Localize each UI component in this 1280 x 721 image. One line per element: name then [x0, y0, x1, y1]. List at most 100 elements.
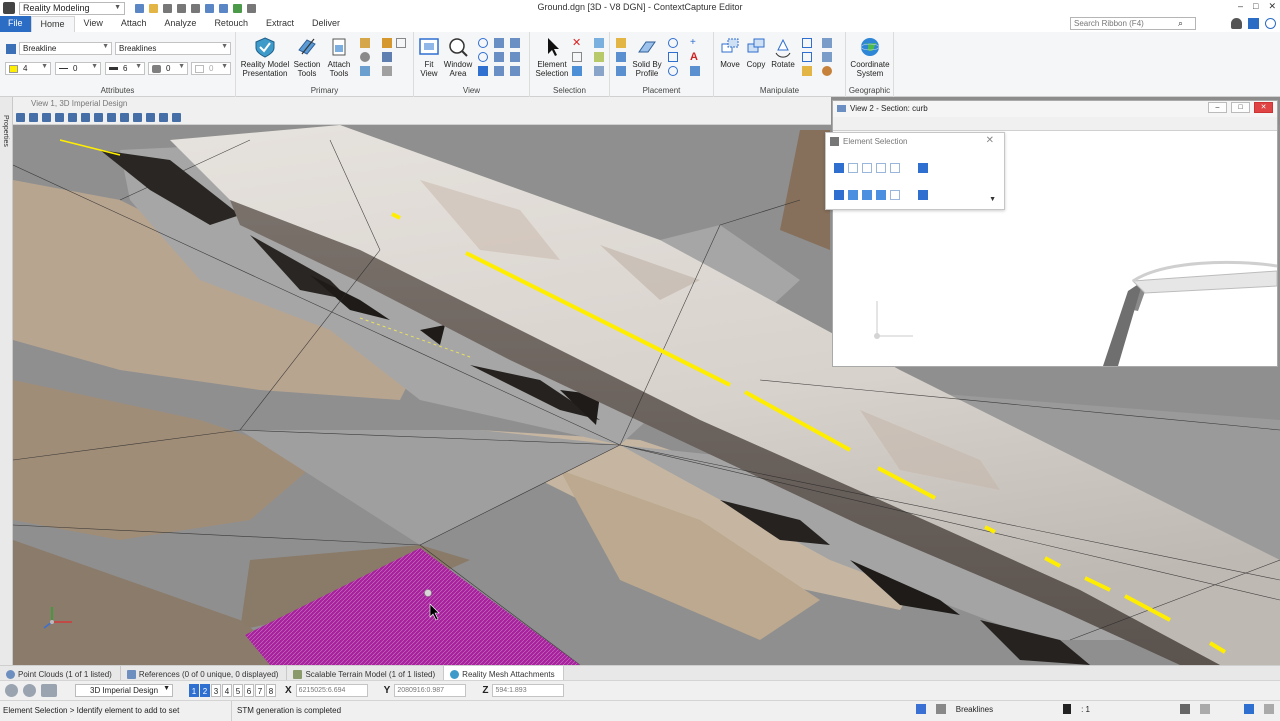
view-next-icon[interactable]: [159, 113, 168, 122]
view-toggle-7[interactable]: 7: [255, 684, 265, 697]
trim-icon[interactable]: [822, 38, 832, 48]
pan-icon[interactable]: [478, 66, 488, 76]
clip-volume-icon[interactable]: [510, 66, 520, 76]
app-icon[interactable]: [3, 2, 15, 14]
classify-icon[interactable]: [360, 66, 370, 76]
close-icon[interactable]: ✕: [986, 135, 994, 146]
rotate-button[interactable]: Rotate: [769, 36, 797, 69]
mirror-icon[interactable]: [802, 52, 812, 62]
toggle-camera-icon[interactable]: [172, 113, 181, 122]
section-tools-button[interactable]: Section Tools: [292, 36, 322, 78]
close-button[interactable]: ✕: [1268, 1, 1276, 12]
tab-analyze[interactable]: Analyze: [155, 16, 205, 32]
zoom-out-icon[interactable]: [478, 52, 488, 62]
y-coordinate-field[interactable]: 2080916:0.987: [394, 684, 467, 697]
view-attributes-icon[interactable]: [16, 113, 25, 122]
display-style-icon[interactable]: [382, 66, 392, 76]
tab-retouch[interactable]: Retouch: [205, 16, 257, 32]
place-circle-icon[interactable]: [668, 38, 678, 48]
move-button[interactable]: Move: [717, 36, 743, 69]
clear-selection-icon[interactable]: [918, 163, 928, 173]
circle-method-button[interactable]: [876, 163, 886, 173]
view-2-titlebar[interactable]: View 2 - Section: curb – □ ✕: [833, 101, 1277, 117]
new-mode-button[interactable]: [834, 190, 844, 200]
user-icon[interactable]: [1231, 18, 1242, 29]
redo-icon[interactable]: [219, 3, 228, 13]
active-level-label[interactable]: Breaklines: [956, 705, 993, 714]
next-view-icon[interactable]: [494, 66, 504, 76]
priority-combo[interactable]: 0 ▼: [191, 62, 231, 75]
shape-method-button[interactable]: [862, 163, 872, 173]
pan-view-icon[interactable]: [133, 113, 142, 122]
individual-method-button[interactable]: [834, 163, 844, 173]
place-smartline-icon[interactable]: [616, 52, 626, 62]
lock-icon[interactable]: [935, 704, 946, 714]
modify-icon[interactable]: [822, 66, 832, 76]
help-icon[interactable]: [1265, 18, 1276, 29]
display-style-icon[interactable]: [29, 113, 38, 122]
solid-by-profile-button[interactable]: Solid By Profile: [630, 36, 664, 78]
save-all-icon[interactable]: [177, 3, 186, 13]
view-2-maximize-button[interactable]: □: [1231, 102, 1250, 113]
pin-icon[interactable]: [233, 3, 242, 13]
zoom-in-icon[interactable]: [68, 113, 77, 122]
select-all-mode-button[interactable]: [890, 190, 900, 200]
search-ribbon-input[interactable]: Search Ribbon (F4) ⌕: [1070, 17, 1196, 30]
settings-icon[interactable]: [247, 3, 256, 13]
model-icon[interactable]: [41, 684, 57, 697]
fit-view-icon[interactable]: [107, 113, 116, 122]
chevron-down-icon[interactable]: ▼: [989, 196, 996, 203]
print-icon[interactable]: [191, 3, 200, 13]
forward-icon[interactable]: [23, 684, 36, 697]
layers-icon[interactable]: [382, 52, 392, 62]
select-all-icon[interactable]: [918, 190, 928, 200]
window-area-button[interactable]: Window Area: [442, 36, 474, 78]
tab-view[interactable]: View: [75, 16, 112, 32]
element-template-combo[interactable]: Breakline ▼: [19, 42, 112, 55]
zoom-out-icon[interactable]: [81, 113, 90, 122]
minimize-button[interactable]: –: [1238, 1, 1243, 12]
view-attributes-icon[interactable]: [510, 38, 520, 48]
subtract-mode-button[interactable]: [862, 190, 872, 200]
delete-icon[interactable]: ✕: [572, 38, 582, 49]
view-display-icon[interactable]: [510, 52, 520, 62]
tab-point-clouds[interactable]: Point Clouds (1 of 1 listed): [0, 666, 121, 680]
view-previous-icon[interactable]: [146, 113, 155, 122]
properties-panel-tab[interactable]: Properties: [0, 97, 13, 665]
view-settings-icon[interactable]: [42, 113, 51, 122]
notifications-icon[interactable]: [1264, 704, 1274, 714]
tab-home[interactable]: Home: [30, 16, 75, 32]
window-area-icon[interactable]: [94, 113, 103, 122]
levels-icon[interactable]: [382, 38, 392, 48]
element-selection-button[interactable]: Element Selection: [533, 36, 571, 78]
place-text-icon[interactable]: A: [690, 52, 700, 63]
maximize-button[interactable]: □: [1253, 1, 1258, 12]
tab-scalable-terrain-model[interactable]: Scalable Terrain Model (1 of 1 listed): [287, 666, 445, 680]
line-method-button[interactable]: [890, 163, 900, 173]
tab-references[interactable]: References (0 of 0 unique, 0 displayed): [121, 666, 288, 680]
selection-filter-icon[interactable]: [572, 66, 582, 76]
back-icon[interactable]: [5, 684, 18, 697]
design-history-icon[interactable]: [1200, 704, 1210, 714]
open-folder-icon[interactable]: [149, 3, 158, 13]
element-selection-titlebar[interactable]: Element Selection ✕: [826, 133, 1004, 149]
block-method-button[interactable]: [848, 163, 858, 173]
new-file-icon[interactable]: [135, 3, 144, 13]
workflow-selector[interactable]: Reality Modeling ▼: [19, 1, 125, 15]
plus-icon[interactable]: +: [690, 38, 700, 48]
view-toggle-2[interactable]: 2: [200, 684, 210, 697]
place-curve-icon[interactable]: [690, 66, 700, 76]
tab-reality-mesh-attachments[interactable]: Reality Mesh Attachments: [444, 666, 564, 680]
copy-button[interactable]: Copy: [743, 36, 769, 69]
view-2-close-button[interactable]: ✕: [1254, 102, 1273, 113]
array-icon[interactable]: [802, 66, 812, 76]
coordinate-system-button[interactable]: Coordinate System: [847, 36, 893, 78]
weight-combo[interactable]: 6 ▼: [105, 62, 145, 75]
tab-extract[interactable]: Extract: [257, 16, 303, 32]
grid-icon[interactable]: [396, 38, 406, 48]
bentley-icon[interactable]: [1248, 18, 1259, 29]
view-toggle-4[interactable]: 4: [222, 684, 232, 697]
tab-attach[interactable]: Attach: [112, 16, 156, 32]
tab-deliver[interactable]: Deliver: [303, 16, 349, 32]
snap-icon[interactable]: [915, 704, 926, 714]
